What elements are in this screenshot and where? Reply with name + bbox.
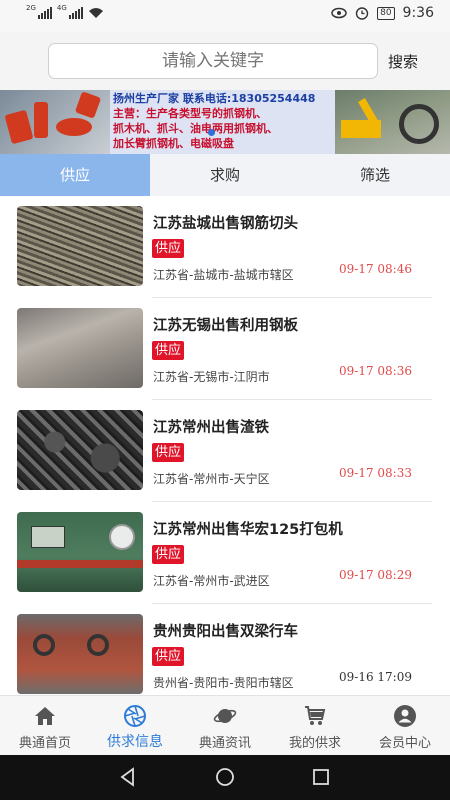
listing-location: 江苏省-盐城市-盐城市辖区 <box>153 268 294 282</box>
listing-thumbnail <box>17 206 143 286</box>
status-right: 80 9:36 <box>331 5 434 21</box>
listing-title: 贵州贵阳出售双梁行车 <box>153 624 298 640</box>
listing-badge: 供应 <box>152 443 185 462</box>
cart-icon <box>305 706 326 725</box>
back-icon[interactable] <box>118 767 138 787</box>
battery-icon: 80 <box>377 6 395 20</box>
listing-location: 江苏省-无锡市-江阴市 <box>153 370 270 384</box>
listing-location: 贵州省-贵阳市-贵阳市辖区 <box>153 676 294 690</box>
search-bar: 搜索 <box>0 32 450 90</box>
nav-home[interactable]: 典通首页 <box>0 696 90 755</box>
listing-time: 09-16 17:09 <box>339 670 412 684</box>
list-item[interactable]: 贵州贵阳出售双梁行车 供应 贵州省-贵阳市-贵阳市辖区 09-16 17:09 <box>0 604 450 695</box>
nav-supply-demand[interactable]: 供求信息 <box>90 696 180 755</box>
banner-line-4: 加长臂抓钢机、电磁吸盘 <box>113 137 234 150</box>
listing-location: 江苏省-常州市-武进区 <box>153 574 270 588</box>
banner-line-2: 主营：生产各类型号的抓钢机、 <box>113 107 267 120</box>
listing-time: 09-17 08:36 <box>339 364 412 378</box>
status-left: 2G 4G <box>26 4 104 19</box>
list-item[interactable]: 江苏常州出售渣铁 供应 江苏省-常州市-天宁区 09-17 08:33 <box>0 400 450 502</box>
listing-badge: 供应 <box>152 647 185 666</box>
home-icon <box>35 707 55 725</box>
system-nav-bar <box>0 755 450 800</box>
signal-icon <box>37 7 52 19</box>
banner-line-3: 抓木机、抓斗、油电两用抓钢机、 <box>113 122 278 135</box>
list-item[interactable]: 江苏无锡出售利用钢板 供应 江苏省-无锡市-江阴市 09-17 08:36 <box>0 298 450 400</box>
user-icon <box>394 705 416 727</box>
bottom-nav: 典通首页 供求信息 典通资讯 我的供求 会员中心 <box>0 695 450 755</box>
alarm-icon <box>355 7 369 20</box>
eye-icon <box>331 7 347 19</box>
nav-member[interactable]: 会员中心 <box>360 696 450 755</box>
ad-banner[interactable]: 扬州生产厂家 联系电话:18305254448 主营：生产各类型号的抓钢机、 抓… <box>0 90 450 154</box>
tab-filter[interactable]: 筛选 <box>300 154 450 196</box>
listing-thumbnail <box>17 614 143 694</box>
nav-label: 会员中心 <box>378 736 431 751</box>
nav-label: 典通资讯 <box>198 736 251 751</box>
listing-title: 江苏常州出售华宏125打包机 <box>153 522 343 538</box>
listing-title: 江苏无锡出售利用钢板 <box>153 318 298 334</box>
network-tag-2: 4G <box>56 4 67 12</box>
list-item[interactable]: 江苏常州出售华宏125打包机 供应 江苏省-常州市-武进区 09-17 08:2… <box>0 502 450 604</box>
listing-thumbnail <box>17 410 143 490</box>
nav-label: 典通首页 <box>18 736 71 751</box>
signal-icon-2 <box>68 7 83 19</box>
listing-thumbnail <box>17 512 143 592</box>
listing-list: 江苏盐城出售钢筋切头 供应 江苏省-盐城市-盐城市辖区 09-17 08:46 … <box>0 196 450 695</box>
network-tag-1: 2G <box>26 4 36 12</box>
banner-indicator-dot <box>208 129 215 136</box>
nav-news[interactable]: 典通资讯 <box>180 696 270 755</box>
banner-image-excavator <box>335 90 450 154</box>
wifi-icon <box>88 8 103 18</box>
nav-my-supply[interactable]: 我的供求 <box>270 696 360 755</box>
tab-purchase[interactable]: 求购 <box>150 154 300 196</box>
tab-supply[interactable]: 供应 <box>0 154 150 196</box>
listing-badge: 供应 <box>152 341 185 360</box>
clock: 9:36 <box>402 5 434 21</box>
home-circle-icon[interactable] <box>215 767 235 787</box>
recents-icon[interactable] <box>311 767 331 787</box>
listing-title: 江苏常州出售渣铁 <box>153 420 269 436</box>
listing-title: 江苏盐城出售钢筋切头 <box>153 216 298 232</box>
search-input[interactable] <box>48 43 378 79</box>
planet-icon <box>213 709 237 723</box>
nav-label: 供求信息 <box>107 734 163 750</box>
category-tabs: 供应 求购 筛选 <box>0 154 450 196</box>
listing-badge: 供应 <box>152 545 185 564</box>
list-item[interactable]: 江苏盐城出售钢筋切头 供应 江苏省-盐城市-盐城市辖区 09-17 08:46 <box>0 196 450 298</box>
listing-location: 江苏省-常州市-天宁区 <box>153 472 270 486</box>
listing-time: 09-17 08:33 <box>339 466 412 480</box>
listing-badge: 供应 <box>152 239 185 258</box>
banner-line-1: 扬州生产厂家 联系电话:18305254448 <box>113 92 316 105</box>
banner-text: 扬州生产厂家 联系电话:18305254448 主营：生产各类型号的抓钢机、 抓… <box>110 90 335 154</box>
search-button[interactable]: 搜索 <box>388 51 418 72</box>
listing-thumbnail <box>17 308 143 388</box>
nav-label: 我的供求 <box>288 736 341 751</box>
aperture-icon <box>124 705 146 727</box>
status-bar: 2G 4G 80 9:36 <box>0 0 450 32</box>
listing-time: 09-17 08:29 <box>339 568 412 582</box>
banner-image-grabs <box>0 90 110 154</box>
listing-time: 09-17 08:46 <box>339 262 412 276</box>
